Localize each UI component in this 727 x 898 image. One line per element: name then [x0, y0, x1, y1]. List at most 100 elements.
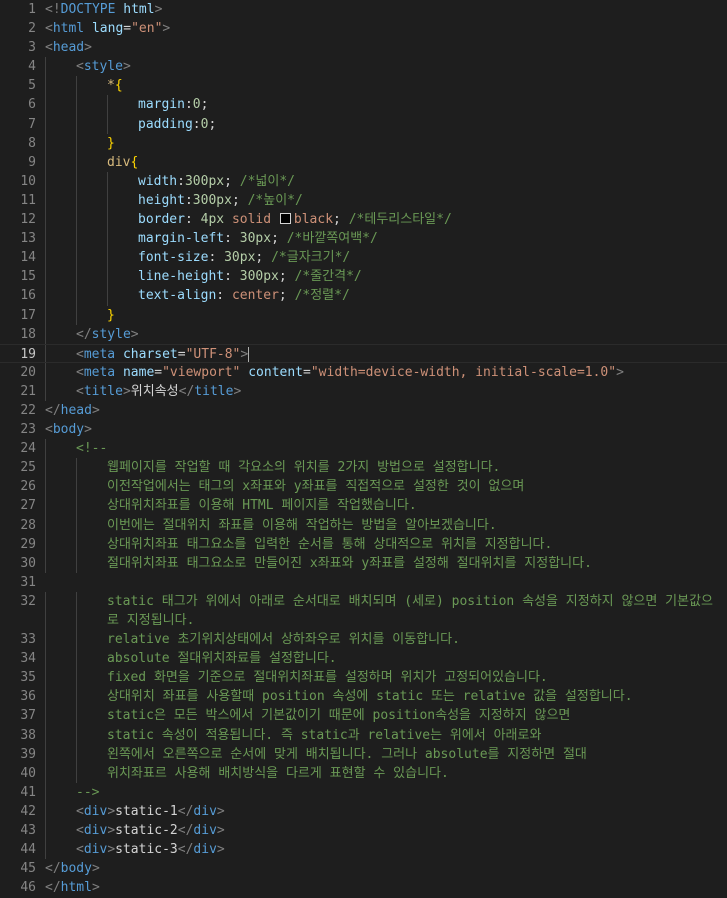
- line-number: 19: [20, 346, 36, 362]
- line-number: 38: [20, 727, 36, 743]
- code-content: margin-left: 30px; /*바깥쪽여백*/: [138, 229, 727, 248]
- indent-guide: [76, 248, 77, 268]
- code-line[interactable]: 5 *{: [0, 76, 727, 96]
- code-token: :: [192, 116, 201, 132]
- code-line[interactable]: 34 absolute 절대위치좌료를 설정합니다.: [0, 649, 727, 669]
- code-line[interactable]: 4 <style>: [0, 57, 727, 77]
- code-token: >: [216, 803, 225, 819]
- code-line[interactable]: 24 <!--: [0, 439, 727, 459]
- code-content: <div>static-1</div>: [76, 802, 727, 821]
- code-token: >: [91, 861, 100, 877]
- code-content: 웹페이지를 작업할 때 각요소의 위치를 2가지 방법으로 설정합니다.: [107, 458, 727, 477]
- indent-guide: [76, 553, 77, 573]
- code-editor[interactable]: 1 <!DOCTYPE html> 2 <html lang="en"> 3 <head>…: [0, 0, 727, 898]
- code-token: div: [193, 842, 217, 858]
- code-line[interactable]: 31: [0, 573, 727, 592]
- code-line[interactable]: 33 relative 초기위치상태에서 상하좌우로 위치를 이동합니다.: [0, 630, 727, 650]
- code-line[interactable]: 37 static은 모든 박스에서 기본값이기 때문에 position속성을 …: [0, 706, 727, 726]
- code-line[interactable]: 43 <div>static-2</div>: [0, 821, 727, 841]
- line-number: 15: [20, 269, 36, 285]
- code-token: /*정렬*/: [294, 288, 350, 304]
- code-token: div: [193, 823, 217, 839]
- code-line[interactable]: 44 <div>static-3</div>: [0, 840, 727, 860]
- indent-guide: [76, 267, 77, 287]
- code-line[interactable]: 30 절대위치좌표 태그요소로 만들어진 x좌표와 y좌표를 설정해 절대위치를 …: [0, 553, 727, 573]
- code-token: {: [114, 78, 123, 94]
- code-token: <: [76, 383, 84, 399]
- code-line[interactable]: 8}: [0, 133, 727, 153]
- indent-guide: [45, 515, 46, 535]
- code-token: <: [76, 364, 84, 380]
- code-line[interactable]: 11 height:300px; /*높이*/: [0, 190, 727, 211]
- code-line[interactable]: 20 <meta name="viewport" content="width=d…: [0, 362, 727, 382]
- code-line[interactable]: 40 위치좌표르 사용해 배치방식을 다르게 표현할 수 있습니다.: [0, 763, 727, 783]
- code-line[interactable]: 13 margin-left: 30px; /*바깥쪽여백*/: [0, 229, 727, 249]
- code-content: relative 초기위치상태에서 상하좌우로 위치를 이동합니다.: [107, 630, 727, 649]
- line-number: 18: [20, 326, 36, 342]
- indent-guide: [45, 114, 46, 134]
- indent-guide: [45, 171, 46, 191]
- code-token: >: [107, 803, 116, 819]
- indent-guide: [76, 591, 77, 631]
- indent-guide: [45, 305, 46, 325]
- code-line[interactable]: 6 margin:0;: [0, 95, 727, 115]
- line-number: 20: [20, 364, 36, 380]
- code-line[interactable]: 12 border: 4px solid black; /*테두리스타일*/: [0, 210, 727, 230]
- code-line[interactable]: 15 line-height: 300px; /*줄간격*/: [0, 267, 727, 287]
- text-cursor: [248, 346, 250, 362]
- code-content: <title>위치속성</title>: [76, 382, 727, 401]
- line-number: 10: [20, 173, 36, 189]
- code-line[interactable]: 38 static 속성이 적용됩니다. 즉 static과 relative는 …: [0, 725, 727, 745]
- code-line[interactable]: 36 상대위치 좌표를 사용할때 position 속성에 static 또는 r…: [0, 687, 727, 707]
- code-line[interactable]: 41 -->: [0, 782, 727, 802]
- code-token: solid: [231, 212, 272, 228]
- line-number: 12: [20, 212, 36, 228]
- code-token: ;: [208, 116, 217, 132]
- code-line[interactable]: 25 웹페이지를 작업할 때 각요소의 위치를 2가지 방법으로 설정합니다.: [0, 458, 727, 478]
- code-line[interactable]: 2 <html lang="en">: [0, 19, 727, 38]
- code-token: >: [216, 842, 225, 858]
- code-token: 상대위치좌표 태그요소를 입력한 순서를 통해 상대적으로 위치를 지정합니다.: [107, 536, 553, 552]
- code-token: >: [122, 59, 131, 75]
- code-line[interactable]: 39 왼쪽에서 오른쪽으로 순서에 맞게 배치됩니다. 그러나 absolute를…: [0, 744, 727, 764]
- code-line[interactable]: 46 </html>: [0, 878, 727, 897]
- indent-guide: [45, 229, 46, 249]
- code-line[interactable]: 27 상대위치좌표를 이용해 HTML 페이지를 작업했습니다.: [0, 496, 727, 516]
- code-token: border: [138, 212, 185, 228]
- indent-guide: [45, 324, 46, 344]
- code-line[interactable]: 22 </head>: [0, 401, 727, 420]
- code-line[interactable]: 23 <body>: [0, 420, 727, 439]
- code-line[interactable]: 7 padding:0;: [0, 114, 727, 134]
- code-line[interactable]: 42 <div>static-1</div>: [0, 801, 727, 822]
- code-line[interactable]: 32 static 태그가 위에서 아래로 순서대로 배치되며 (세로) posi…: [0, 591, 727, 631]
- code-line[interactable]: 21 <title>위치속성</title>: [0, 381, 727, 401]
- code-line[interactable]: 19 <meta charset="UTF-8">: [0, 343, 727, 363]
- code-line[interactable]: 29 상대위치좌표 태그요소를 입력한 순서를 통해 상대적으로 위치를 지정합니…: [0, 534, 727, 554]
- indent-guide: [45, 840, 46, 860]
- code-token: div: [83, 842, 108, 858]
- code-line[interactable]: 45 </body>: [0, 859, 727, 878]
- code-line[interactable]: 26 이전작업에서는 태그의 x좌표와 y좌표를 직접적으로 설정한 것이 없으며: [0, 477, 727, 497]
- code-token: meta: [83, 346, 116, 362]
- line-number: 27: [20, 498, 36, 514]
- code-line[interactable]: 35 fixed 화면을 기준으로 절대위치좌표를 설정하며 위치가 고정되어있습…: [0, 668, 727, 688]
- code-content: <!DOCTYPE html>: [45, 0, 727, 19]
- indent-guide: [76, 706, 77, 726]
- indent-guide: [107, 229, 108, 249]
- code-line[interactable]: 9 div{: [0, 152, 727, 172]
- code-token: :: [216, 288, 232, 304]
- line-number: 22: [20, 402, 36, 418]
- code-line[interactable]: 14 font-size: 30px; /*글자크기*/: [0, 248, 727, 268]
- code-line[interactable]: 28 이번에는 절대위치 좌표를 이용해 작업하는 방법을 알아보겠습니다.: [0, 515, 727, 535]
- color-swatch-icon[interactable]: [279, 213, 291, 225]
- code-line[interactable]: 18 </style>: [0, 324, 727, 344]
- code-line[interactable]: 17}: [0, 305, 727, 325]
- code-token: /*바깥쪽여백*/: [286, 231, 378, 247]
- code-line[interactable]: 1 <!DOCTYPE html>: [0, 0, 727, 19]
- code-token: "UTF-8": [185, 346, 241, 362]
- code-token: 위치속성: [130, 383, 179, 399]
- code-line[interactable]: 3 <head>: [0, 38, 727, 57]
- code-line[interactable]: 10 width:300px; /*넓이*/: [0, 171, 727, 191]
- code-line[interactable]: 16 text-align: center; /*정렬*/: [0, 286, 727, 306]
- line-number: 46: [20, 880, 36, 896]
